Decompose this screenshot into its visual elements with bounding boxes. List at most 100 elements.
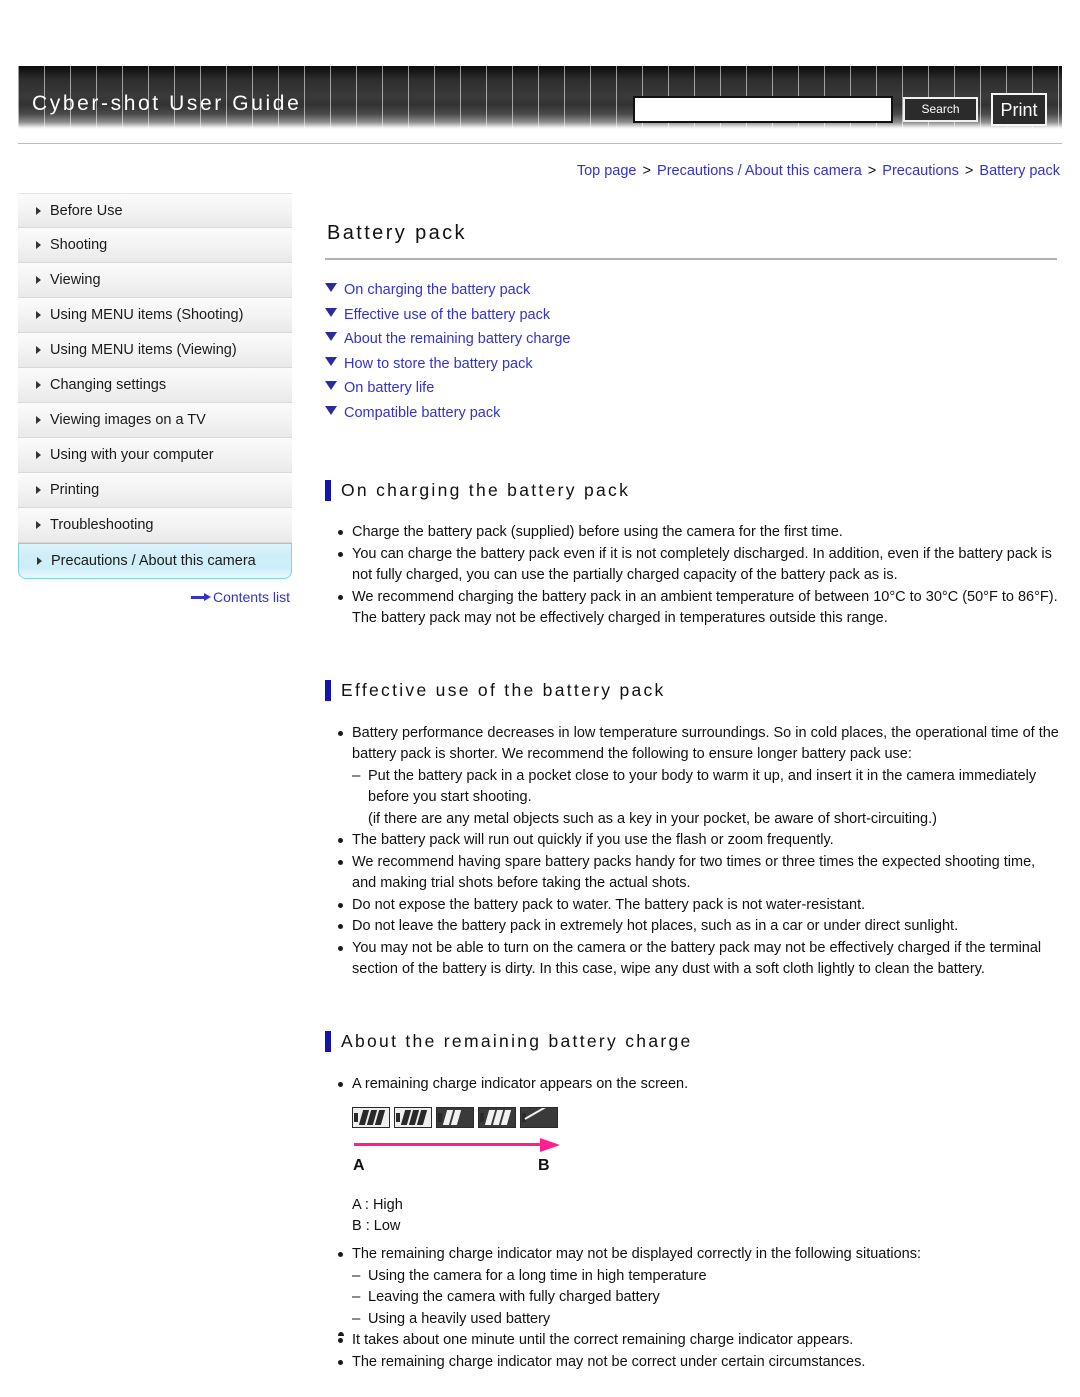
battery-terminal	[396, 1113, 400, 1123]
battery-bars	[484, 1110, 513, 1126]
list-item: Do not leave the battery pack in extreme…	[325, 916, 1060, 938]
contents-list-label: Contents list	[212, 589, 290, 605]
sidebar-item-viewing-images-on-a-tv[interactable]: Viewing images on a TV	[18, 403, 292, 438]
section-body-list: Battery performance decreases in low tem…	[325, 723, 1060, 981]
jump-link[interactable]: Compatible battery pack	[344, 405, 500, 421]
jump-link[interactable]: On battery life	[344, 380, 434, 396]
figure-legend: A : High B : Low	[352, 1195, 1060, 1237]
section-heading: On charging the battery pack	[325, 465, 1060, 515]
section-heading: Effective use of the battery pack	[325, 666, 1060, 716]
chevron-down-icon	[325, 405, 337, 415]
sidebar-item-using-menu-items-viewing[interactable]: Using MENU items (Viewing)	[18, 333, 292, 368]
sidebar-item-label: Using MENU items (Viewing)	[50, 342, 237, 358]
sidebar-item-label: Precautions / About this camera	[51, 553, 256, 569]
list-item: Battery performance decreases in low tem…	[325, 723, 1060, 766]
sidebar-item-before-use[interactable]: Before Use	[18, 193, 292, 228]
section-title: On charging the battery pack	[341, 479, 631, 500]
search-input[interactable]	[633, 96, 893, 123]
sidebar-item-precautions-about-this-camera[interactable]: Precautions / About this camera	[18, 543, 292, 579]
battery-level-icon	[520, 1107, 558, 1129]
sidebar-item-using-with-your-computer[interactable]: Using with your computer	[18, 438, 292, 473]
chevron-right-icon	[36, 486, 41, 494]
contents-list-link[interactable]: Contents list	[190, 589, 290, 605]
post-figure-list: The remaining charge indicator may not b…	[325, 1244, 1060, 1373]
breadcrumb: Top page > Precautions / About this came…	[577, 163, 1060, 179]
chevron-down-icon	[325, 283, 337, 292]
sidebar-nav: Before Use Shooting Viewing Using MENU item…	[18, 193, 292, 605]
jump-link-row[interactable]: Compatible battery pack	[325, 405, 1060, 430]
breadcrumb-item-battery-pack[interactable]: Battery pack	[979, 163, 1060, 179]
sidebar-item-viewing[interactable]: Viewing	[18, 263, 292, 298]
jump-link[interactable]: How to store the battery pack	[344, 356, 533, 372]
battery-bars	[442, 1110, 471, 1126]
list-item: We recommend having spare battery packs …	[325, 852, 1060, 895]
sidebar-item-label: Printing	[50, 482, 100, 498]
breadcrumb-item-top-page[interactable]: Top page	[577, 163, 637, 179]
list-item: Charge the battery pack (supplied) befor…	[325, 522, 1060, 544]
list-item: Do not expose the battery pack to water.…	[325, 895, 1060, 917]
jump-link-row[interactable]: On battery life	[325, 380, 1060, 405]
chevron-right-icon	[36, 311, 41, 319]
chevron-right-icon	[36, 276, 41, 284]
search-button[interactable]: Search	[903, 97, 978, 122]
section-accent-bar	[325, 1031, 331, 1053]
site-title: Cyber-shot User Guide	[32, 92, 302, 115]
battery-level-icon	[394, 1107, 432, 1129]
list-item: Using the camera for a long time in high…	[325, 1265, 1060, 1288]
list-item: The battery pack will run out quickly if…	[325, 830, 1060, 852]
list-item: Using a heavily used battery	[325, 1308, 1060, 1331]
sidebar-item-label: Shooting	[50, 237, 108, 253]
battery-terminal	[480, 1113, 484, 1123]
page-title-divider	[325, 258, 1057, 260]
section-body-list: A remaining charge indicator appears on …	[325, 1074, 1060, 1096]
figure-label-b: B	[538, 1157, 550, 1175]
chevron-right-icon	[36, 521, 41, 529]
section-body-list: Charge the battery pack (supplied) befor…	[325, 522, 1060, 630]
list-item: (if there are any metal objects such as …	[368, 810, 937, 827]
main-content: Battery pack On charging the battery pac…	[325, 193, 1060, 1373]
sidebar-item-changing-settings[interactable]: Changing settings	[18, 368, 292, 403]
print-button[interactable]: Print	[991, 93, 1047, 126]
chevron-right-icon	[36, 451, 41, 459]
chevron-right-icon	[36, 206, 41, 215]
section-jump-links: On charging the battery pack Effective us…	[325, 282, 1060, 429]
battery-bars	[358, 1110, 387, 1126]
jump-link-row[interactable]: How to store the battery pack	[325, 356, 1060, 381]
section-accent-bar	[325, 479, 331, 501]
battery-charge-indicator-figure: A B	[352, 1107, 582, 1189]
breadcrumb-item-precautions[interactable]: Precautions	[882, 163, 959, 179]
sidebar-item-shooting[interactable]: Shooting	[18, 228, 292, 263]
sidebar-item-label: Viewing	[50, 272, 101, 288]
chevron-down-icon	[325, 381, 337, 390]
sidebar-item-label: Troubleshooting	[50, 517, 154, 533]
battery-bars	[400, 1110, 429, 1126]
chevron-down-icon	[325, 356, 337, 366]
list-item: It takes about one minute until the corr…	[325, 1330, 1060, 1352]
jump-link[interactable]: On charging the battery pack	[344, 282, 530, 298]
jump-link-row[interactable]: On charging the battery pack	[325, 282, 1060, 307]
figure-legend-b: B : Low	[352, 1218, 401, 1235]
truncated-list-bullet	[338, 1332, 344, 1336]
jump-link[interactable]: About the remaining battery charge	[344, 331, 571, 347]
sidebar-item-printing[interactable]: Printing	[18, 473, 292, 508]
jump-link-row[interactable]: Effective use of the battery pack	[325, 307, 1060, 332]
breadcrumb-separator: >	[964, 163, 974, 179]
section-title: About the remaining battery charge	[341, 1031, 693, 1052]
jump-link[interactable]: Effective use of the battery pack	[344, 307, 550, 323]
jump-link-row[interactable]: About the remaining battery charge	[325, 331, 1060, 356]
list-item: You can charge the battery pack even if …	[325, 544, 1060, 587]
header-divider	[18, 143, 1062, 144]
breadcrumb-separator: >	[642, 163, 651, 179]
chevron-right-icon	[36, 346, 41, 354]
sidebar-item-troubleshooting[interactable]: Troubleshooting	[18, 508, 292, 543]
breadcrumb-item-precautions-about[interactable]: Precautions / About this camera	[657, 163, 862, 179]
page-title: Battery pack	[327, 222, 467, 244]
section-heading: About the remaining battery charge	[325, 1017, 1060, 1067]
sidebar-item-using-menu-items-shooting[interactable]: Using MENU items (Shooting)	[18, 298, 292, 333]
list-item: We recommend charging the battery pack i…	[325, 587, 1060, 630]
chevron-down-icon	[325, 332, 337, 341]
sidebar-item-label: Viewing images on a TV	[50, 412, 206, 428]
chevron-down-icon	[325, 307, 337, 317]
battery-level-icon	[436, 1107, 474, 1129]
chevron-right-icon	[36, 241, 41, 249]
